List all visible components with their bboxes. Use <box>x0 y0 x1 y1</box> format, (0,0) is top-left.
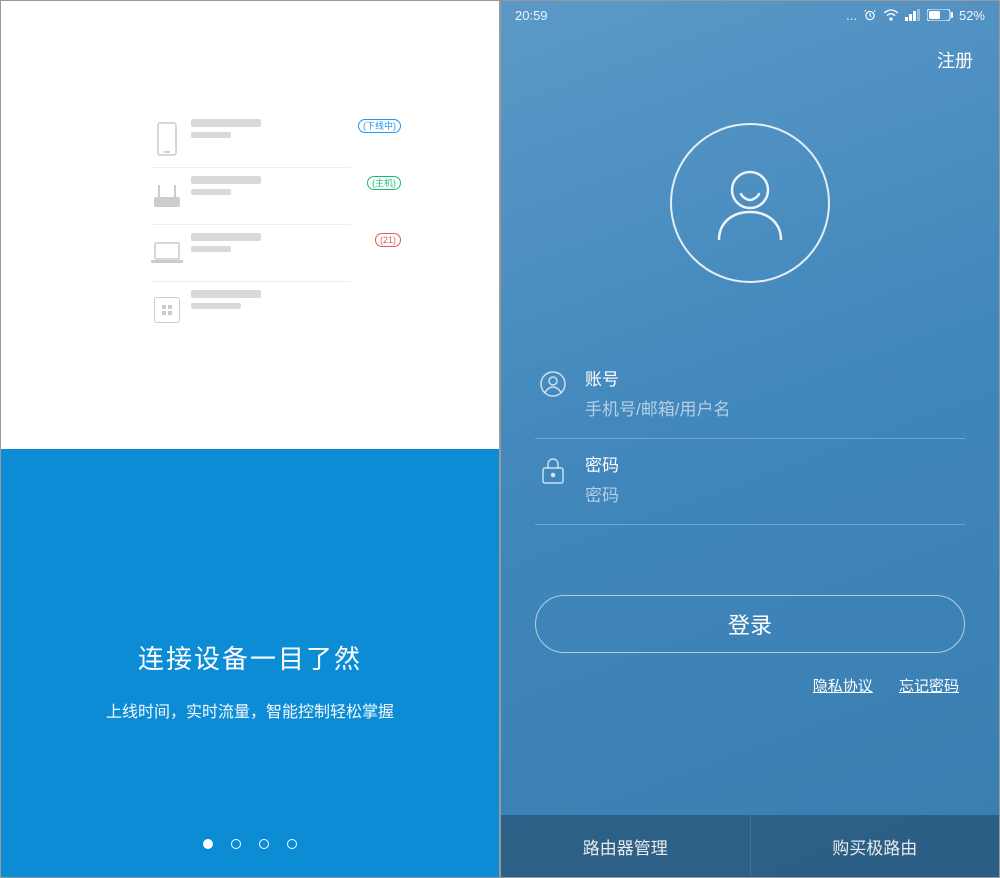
user-icon <box>535 365 571 397</box>
status-bar: 20:59 ... 52% <box>501 1 999 29</box>
wifi-icon <box>883 9 899 21</box>
device-row-laptop: (21) <box>151 224 351 281</box>
router-icon <box>151 176 183 216</box>
privacy-link[interactable]: 隐私协议 <box>813 678 873 695</box>
page-dots <box>203 839 297 849</box>
avatar-placeholder <box>670 123 830 283</box>
device-tag: (主机) <box>367 176 401 190</box>
buy-router-button[interactable]: 购买极路由 <box>750 815 1000 877</box>
login-button[interactable]: 登录 <box>535 595 965 653</box>
onboarding-caption: 连接设备一目了然 上线时间，实时流量，智能控制轻松掌握 <box>1 449 499 877</box>
router-manage-button[interactable]: 路由器管理 <box>501 815 750 877</box>
battery-icon <box>927 9 953 21</box>
account-field: 账号 <box>535 353 965 439</box>
signal-icon <box>905 9 921 21</box>
onboarding-subtitle: 上线时间，实时流量，智能控制轻松掌握 <box>106 698 394 722</box>
device-row-app <box>151 281 351 338</box>
device-tag: (21) <box>375 233 401 247</box>
laptop-icon <box>151 233 183 273</box>
status-time: 20:59 <box>515 8 548 23</box>
phone-icon <box>151 119 183 159</box>
onboarding-panel: (下线中) (主机) (21) <box>0 0 500 878</box>
bottom-bar: 路由器管理 购买极路由 <box>501 815 999 877</box>
device-row-router: (主机) <box>151 167 351 224</box>
page-dot[interactable] <box>259 839 269 849</box>
account-label: 账号 <box>585 365 965 390</box>
password-field: 密码 <box>535 439 965 525</box>
page-dot[interactable] <box>287 839 297 849</box>
password-input[interactable] <box>585 486 965 506</box>
alarm-icon <box>863 8 877 22</box>
onboarding-title: 连接设备一目了然 <box>138 639 362 676</box>
battery-percent: 52% <box>959 8 985 23</box>
forgot-password-link[interactable]: 忘记密码 <box>899 678 959 695</box>
page-dot[interactable] <box>203 839 213 849</box>
login-panel: 20:59 ... 52% 注册 账号 <box>500 0 1000 878</box>
password-label: 密码 <box>585 451 965 476</box>
app-icon <box>151 290 183 330</box>
onboarding-illustration: (下线中) (主机) (21) <box>1 1 499 449</box>
register-link[interactable]: 注册 <box>937 51 973 71</box>
device-tag: (下线中) <box>358 119 401 133</box>
page-dot[interactable] <box>231 839 241 849</box>
account-input[interactable] <box>585 400 965 420</box>
lock-icon <box>535 451 571 485</box>
more-icon: ... <box>846 8 857 23</box>
device-row-phone: (下线中) <box>151 111 351 167</box>
